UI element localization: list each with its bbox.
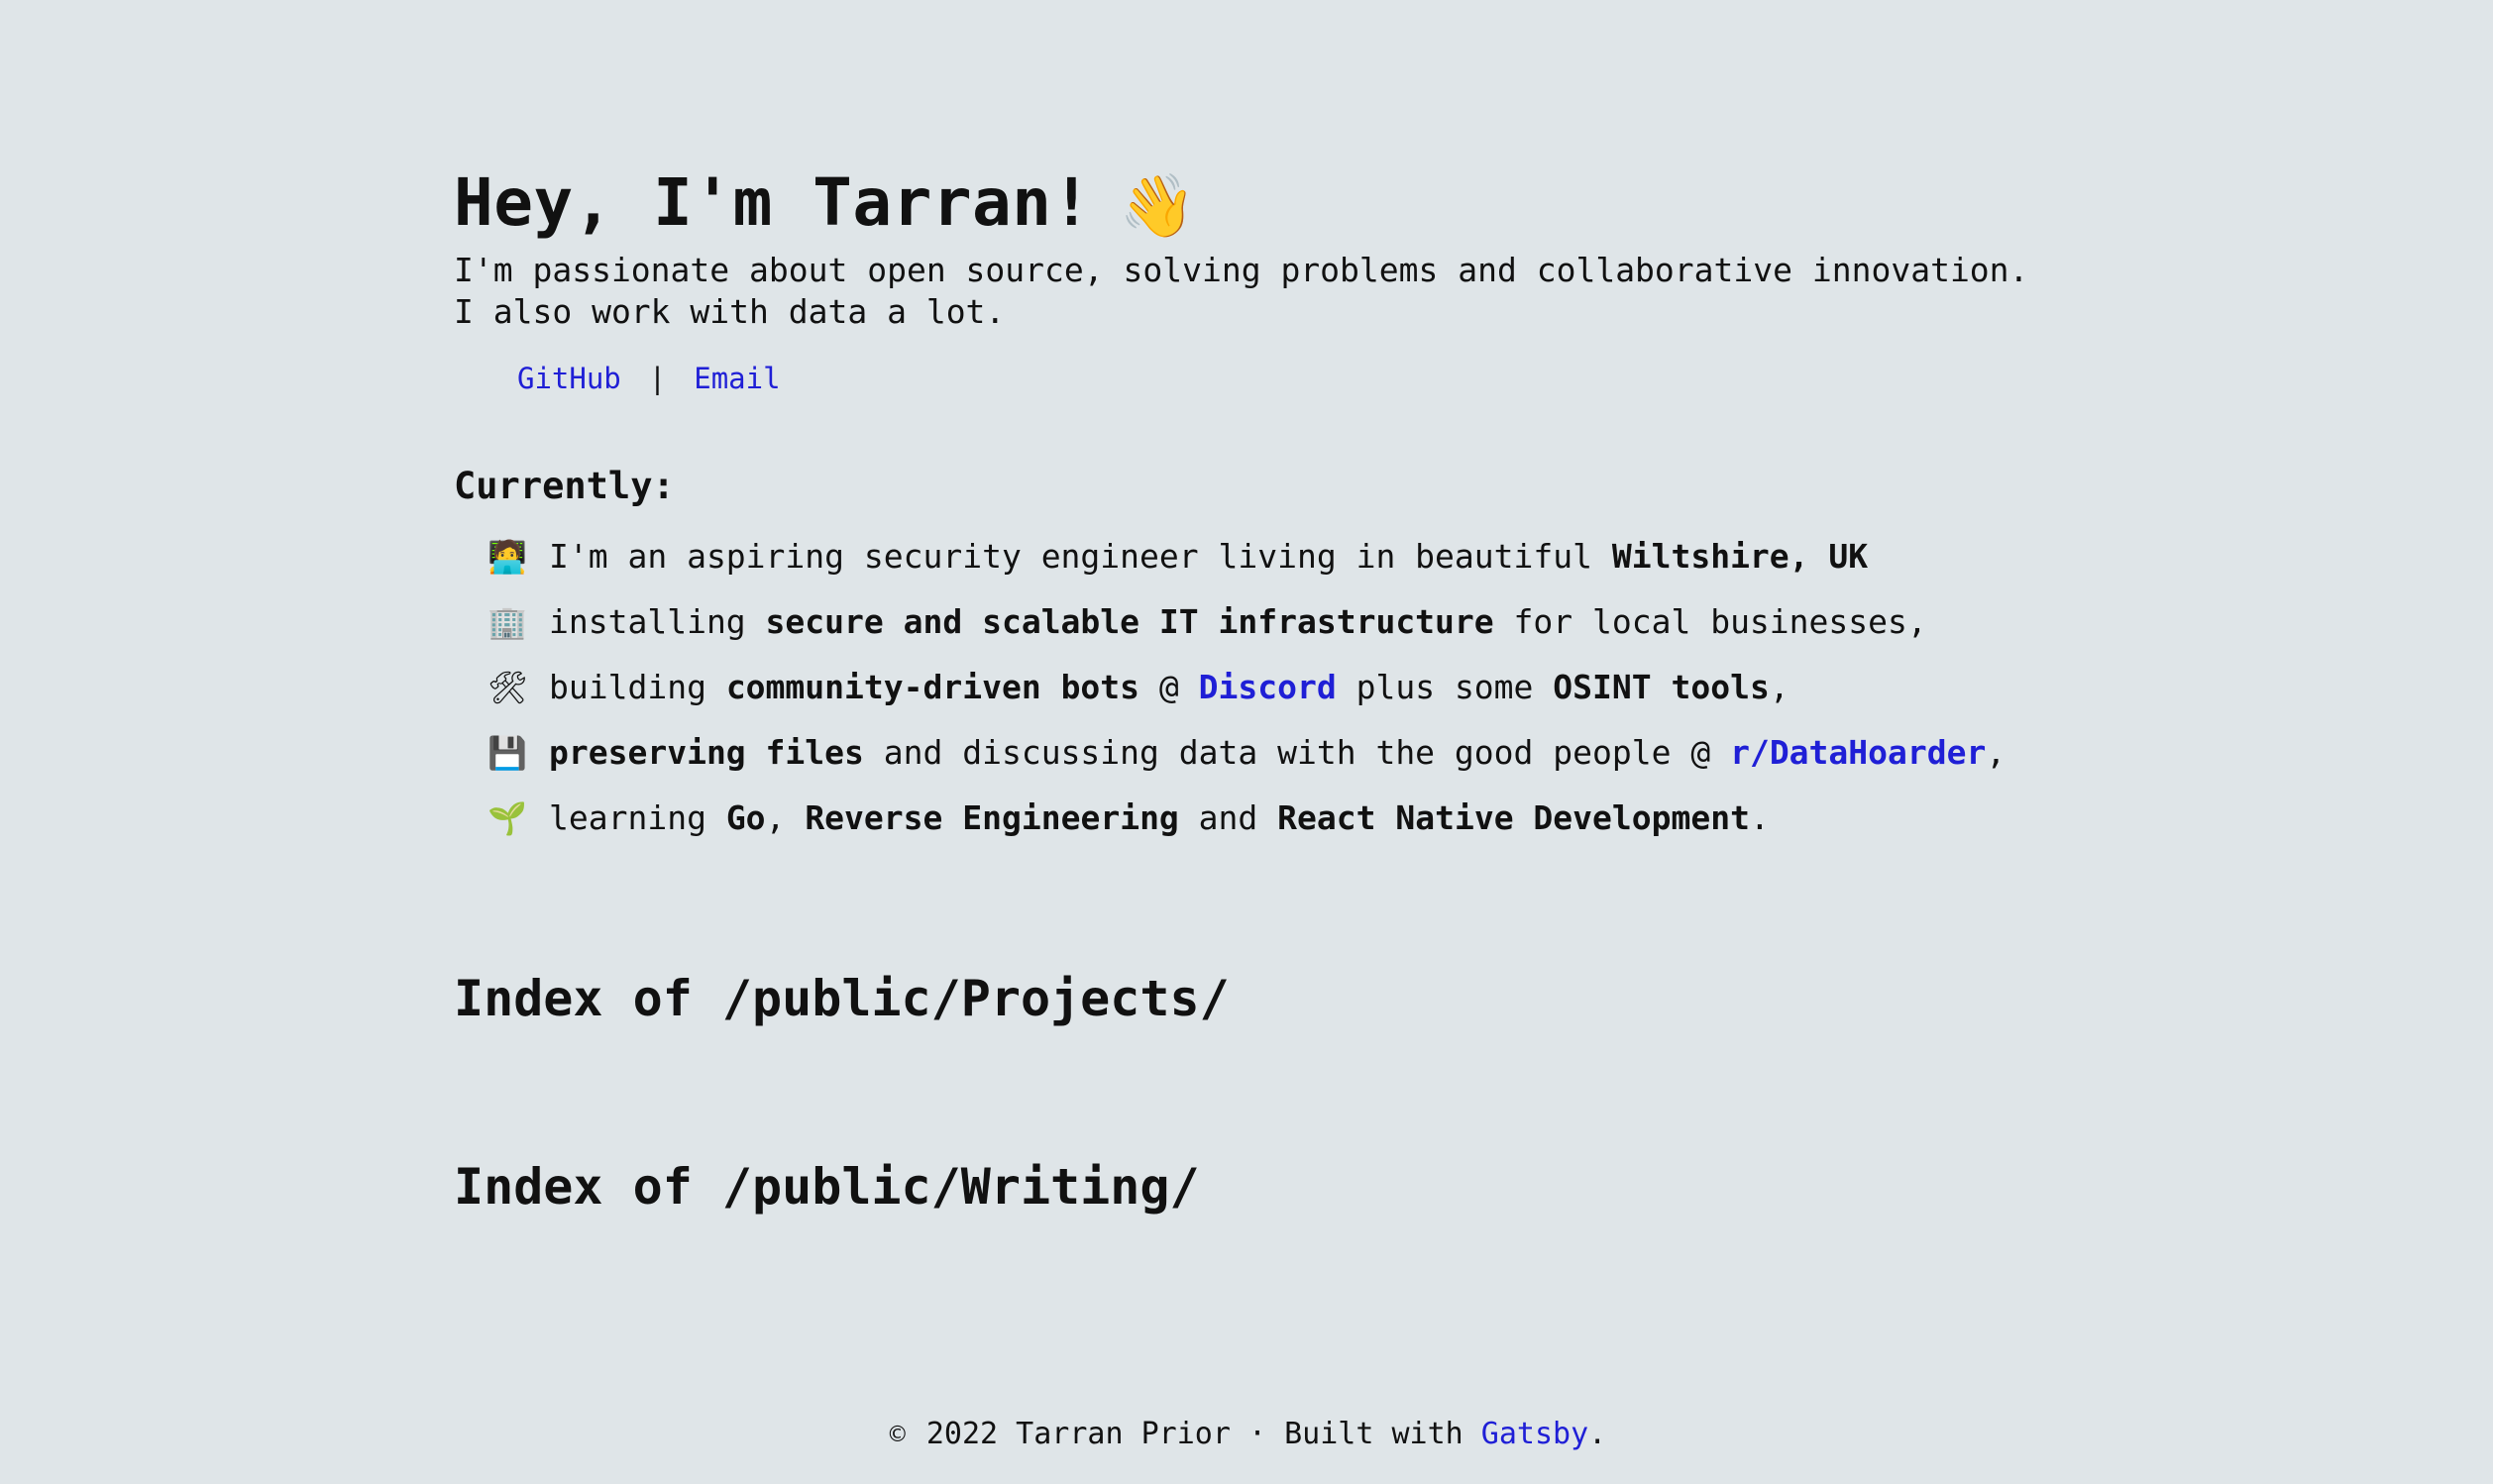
list-item-text: installing secure and scalable IT infras… [549,602,1927,642]
item-bold-go: Go [725,798,766,837]
tools-icon: 🛠 [488,669,528,706]
footer-text: 2022 Tarran Prior · Built with [908,1417,1481,1451]
currently-heading: Currently: [454,465,675,507]
page-title: Hey, I'm Tarran! 👋 [454,163,2039,246]
main-content: Hey, I'm Tarran! 👋 I'm passionate about o… [454,163,2039,1219]
copyright-icon: © [886,1423,909,1447]
item-text-segment: for local businesses, [1493,602,1927,641]
writing-index-heading: Index of /public/Writing/ [454,1158,1200,1216]
list-item: 🌱 learning Go, Reverse Engineering and R… [488,798,2039,864]
item-text-segment: . [1749,798,1770,837]
contact-links: GitHub | Email [454,361,2039,396]
gatsby-link[interactable]: Gatsby [1481,1417,1588,1451]
technologist-icon: 🧑‍💻 [488,538,527,576]
intro-text: I'm passionate about open source, solvin… [454,251,2029,331]
datahoarder-link[interactable]: r/DataHoarder [1730,733,1986,772]
github-link[interactable]: GitHub [517,362,621,395]
floppy-disk-icon: 💾 [488,734,527,772]
item-text-segment: and discussing data with the good people… [863,733,1731,772]
list-item: 💾 preserving files and discussing data w… [488,733,2039,798]
office-building-icon: 🏢 [488,603,527,641]
waving-hand-icon: 👋 [1119,169,1197,242]
footer-end: . [1588,1417,1607,1451]
item-text-segment: @ [1139,668,1199,706]
item-bold-react-native: React Native Development [1277,798,1750,837]
list-item-text: learning Go, Reverse Engineering and Rea… [549,798,1770,838]
list-item-text: I'm an aspiring security engineer living… [549,537,1868,577]
item-text-segment: installing [549,602,766,641]
item-text-segment: , [1769,668,1789,706]
item-bold-bots: community-driven bots [725,668,1140,706]
item-text-segment: plus some [1336,668,1554,706]
page-title-text: Hey, I'm Tarran! [454,164,1092,241]
item-bold-infrastructure: secure and scalable IT infrastructure [765,602,1494,641]
item-bold-reverse-engineering: Reverse Engineering [805,798,1179,837]
projects-index-heading: Index of /public/Projects/ [454,970,1230,1027]
item-text-segment: , [1986,733,2006,772]
discord-link[interactable]: Discord [1199,668,1337,706]
currently-list: 🧑‍💻 I'm an aspiring security engineer li… [454,537,2039,864]
seedling-icon: 🌱 [488,799,527,837]
item-text-segment: I'm an aspiring security engineer living… [549,537,1612,576]
list-item-text: building community-driven bots @ Discord… [549,668,1789,707]
item-text-segment: learning [549,798,726,837]
item-bold-location: Wiltshire, UK [1611,537,1869,576]
list-item-text: preserving files and discussing data wit… [549,733,2005,773]
list-item: 🛠 building community-driven bots @ Disco… [488,668,2039,733]
item-bold-osint: OSINT tools [1553,668,1770,706]
list-item: 🏢 installing secure and scalable IT infr… [488,602,2039,668]
item-bold-preserving: preserving files [549,733,864,772]
email-link[interactable]: Email [694,362,780,395]
link-separator: | [648,362,667,395]
item-text-segment: and [1178,798,1278,837]
item-text-segment: , [765,798,806,837]
footer: © 2022 Tarran Prior · Built with Gatsby. [0,1415,2493,1455]
list-item: 🧑‍💻 I'm an aspiring security engineer li… [488,537,2039,602]
item-text-segment: building [549,668,726,706]
